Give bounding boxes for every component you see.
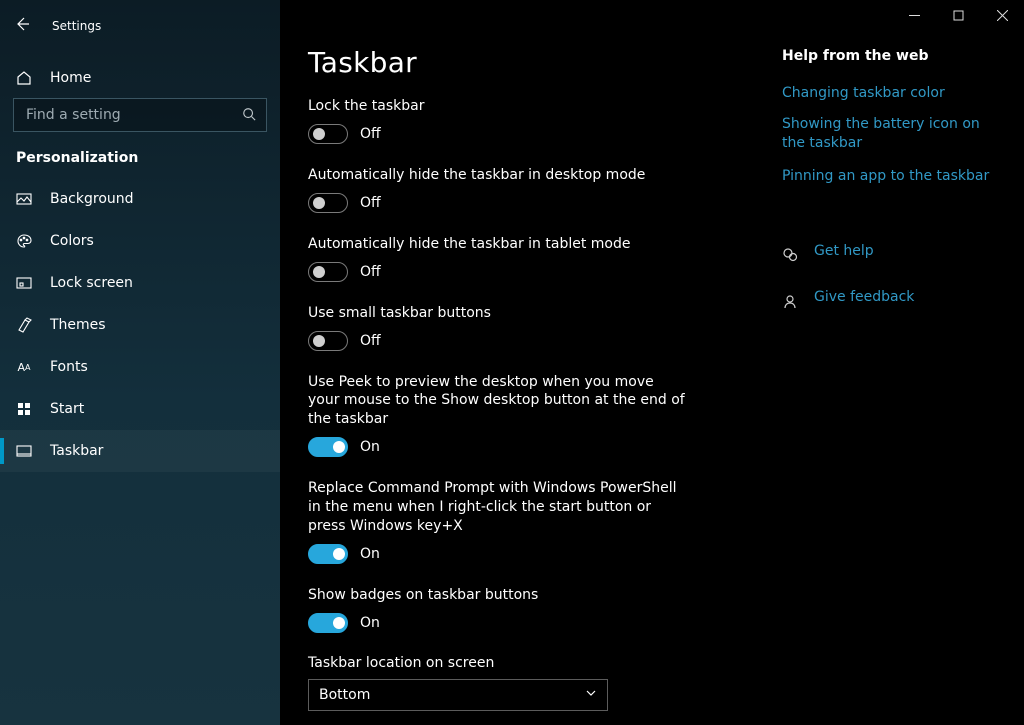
sidebar-section-title: Personalization bbox=[0, 132, 280, 178]
setting-toggle-0: Lock the taskbar Off bbox=[308, 97, 722, 144]
sidebar-item-fonts[interactable]: AA Fonts bbox=[0, 346, 280, 388]
setting-toggle-4: Use Peek to preview the desktop when you… bbox=[308, 373, 722, 458]
search-field[interactable] bbox=[24, 106, 228, 124]
toggle-state: Off bbox=[360, 126, 381, 142]
lockscreen-icon bbox=[16, 275, 32, 291]
window-titlebar bbox=[892, 0, 1024, 30]
sidebar-item-label: Start bbox=[50, 401, 84, 417]
search-icon bbox=[242, 106, 256, 125]
maximize-button[interactable] bbox=[936, 0, 980, 30]
minimize-button[interactable] bbox=[892, 0, 936, 30]
toggle-label: Automatically hide the taskbar in tablet… bbox=[308, 235, 688, 254]
sidebar-item-label: Background bbox=[50, 191, 134, 207]
home-label: Home bbox=[50, 70, 91, 86]
help-aside: Help from the web Changing taskbar color… bbox=[782, 46, 994, 725]
toggle-label: Show badges on taskbar buttons bbox=[308, 586, 688, 605]
setting-toggle-3: Use small taskbar buttons Off bbox=[308, 304, 722, 351]
fonts-icon: AA bbox=[16, 359, 32, 375]
sidebar-item-label: Taskbar bbox=[50, 443, 103, 459]
sidebar-item-themes[interactable]: Themes bbox=[0, 304, 280, 346]
sidebar-item-label: Lock screen bbox=[50, 275, 133, 291]
toggle-state: Off bbox=[360, 333, 381, 349]
sidebar-item-label: Fonts bbox=[50, 359, 88, 375]
toggle-switch[interactable] bbox=[308, 262, 348, 282]
give-feedback-link[interactable]: Give feedback bbox=[782, 288, 994, 319]
app-title: Settings bbox=[52, 19, 101, 33]
give-feedback-label: Give feedback bbox=[814, 288, 914, 307]
close-button[interactable] bbox=[980, 0, 1024, 30]
location-label: Taskbar location on screen bbox=[308, 655, 722, 671]
toggle-switch[interactable] bbox=[308, 613, 348, 633]
toggle-switch[interactable] bbox=[308, 544, 348, 564]
feedback-icon bbox=[782, 294, 798, 314]
aside-title: Help from the web bbox=[782, 48, 994, 64]
toggle-switch[interactable] bbox=[308, 437, 348, 457]
setting-toggle-1: Automatically hide the taskbar in deskto… bbox=[308, 166, 722, 213]
start-icon bbox=[16, 401, 32, 417]
get-help-label: Get help bbox=[814, 242, 874, 261]
help-link-pin[interactable]: Pinning an app to the taskbar bbox=[782, 167, 989, 186]
toggle-label: Automatically hide the taskbar in deskto… bbox=[308, 166, 688, 185]
main-panel: Taskbar Lock the taskbar Off Automatically… bbox=[280, 0, 1024, 725]
toggle-state: Off bbox=[360, 264, 381, 280]
sidebar-item-colors[interactable]: Colors bbox=[0, 220, 280, 262]
help-link-color[interactable]: Changing taskbar color bbox=[782, 84, 945, 103]
sidebar-item-start[interactable]: Start bbox=[0, 388, 280, 430]
toggle-label: Use small taskbar buttons bbox=[308, 304, 688, 323]
help-icon bbox=[782, 247, 798, 267]
taskbar-location-select[interactable]: Bottom bbox=[308, 679, 608, 711]
taskbar-icon bbox=[16, 443, 32, 459]
sidebar-item-home[interactable]: Home bbox=[0, 58, 280, 98]
select-value: Bottom bbox=[319, 687, 370, 703]
palette-icon bbox=[16, 233, 32, 249]
toggle-state: On bbox=[360, 546, 380, 562]
setting-toggle-6: Show badges on taskbar buttons On bbox=[308, 586, 722, 633]
toggle-switch[interactable] bbox=[308, 331, 348, 351]
chevron-down-icon bbox=[585, 687, 597, 703]
toggle-label: Replace Command Prompt with Windows Powe… bbox=[308, 479, 688, 536]
get-help-link[interactable]: Get help bbox=[782, 242, 994, 273]
setting-toggle-5: Replace Command Prompt with Windows Powe… bbox=[308, 479, 722, 564]
themes-icon bbox=[16, 317, 32, 333]
toggle-state: On bbox=[360, 439, 380, 455]
sidebar-item-label: Colors bbox=[50, 233, 94, 249]
home-icon bbox=[16, 70, 32, 86]
toggle-state: On bbox=[360, 615, 380, 631]
sidebar-item-taskbar[interactable]: Taskbar bbox=[0, 430, 280, 472]
sidebar: Settings Home Personalization Back bbox=[0, 0, 280, 725]
sidebar-item-label: Themes bbox=[50, 317, 106, 333]
toggle-state: Off bbox=[360, 195, 381, 211]
back-button[interactable] bbox=[14, 16, 30, 36]
toggle-label: Use Peek to preview the desktop when you… bbox=[308, 373, 688, 430]
sidebar-item-lockscreen[interactable]: Lock screen bbox=[0, 262, 280, 304]
toggle-switch[interactable] bbox=[308, 124, 348, 144]
toggle-label: Lock the taskbar bbox=[308, 97, 688, 116]
picture-icon bbox=[16, 191, 32, 207]
search-input[interactable] bbox=[13, 98, 267, 132]
setting-toggle-2: Automatically hide the taskbar in tablet… bbox=[308, 235, 722, 282]
sidebar-item-background[interactable]: Background bbox=[0, 178, 280, 220]
toggle-switch[interactable] bbox=[308, 193, 348, 213]
help-link-battery[interactable]: Showing the battery icon on the taskbar bbox=[782, 115, 994, 153]
page-title: Taskbar bbox=[308, 46, 722, 79]
